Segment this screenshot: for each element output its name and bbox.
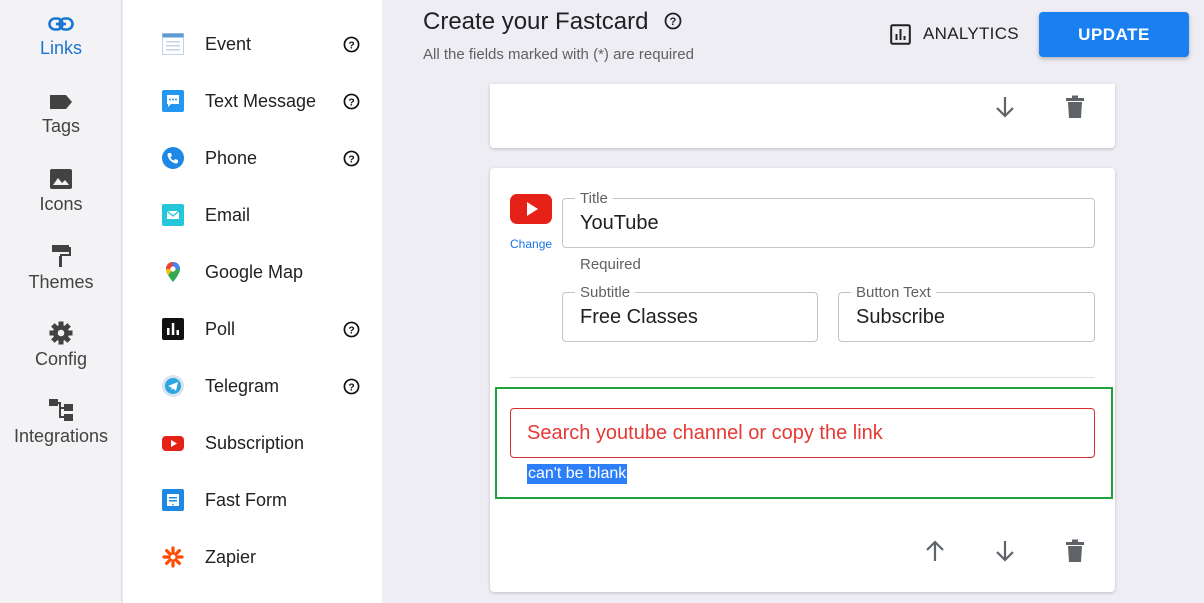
palette-item-event[interactable]: Event ? <box>123 24 382 64</box>
svg-text:?: ? <box>348 154 354 165</box>
page-title: Create your Fastcard <box>423 8 649 35</box>
palette-item-label: Fast Form <box>205 490 288 510</box>
link-card-previous <box>490 84 1115 148</box>
zapier-icon <box>162 546 184 568</box>
palette-item-fast-form[interactable]: Fast Form <box>123 480 382 520</box>
palette-item-label: Poll <box>205 319 236 339</box>
link-icon <box>48 17 74 31</box>
delete-button[interactable] <box>1060 536 1090 566</box>
channel-search-placeholder: Search youtube channel or copy the link <box>527 422 883 444</box>
palette-item-google-map[interactable]: Google Map <box>123 252 382 292</box>
palette-item-label: Email <box>205 205 251 225</box>
rail-label: Themes <box>28 272 94 292</box>
divider <box>510 377 1095 378</box>
error-message: can't be blank <box>527 464 628 484</box>
rail-label: Links <box>39 38 83 58</box>
poll-icon <box>162 318 184 340</box>
palette-item-label: Telegram <box>205 376 280 396</box>
link-card-youtube: Change Title YouTube Required Subtitle F… <box>490 168 1115 592</box>
svg-text:?: ? <box>348 97 354 108</box>
phone-icon <box>162 147 184 169</box>
rail-label: Integrations <box>13 426 109 446</box>
palette-item-label: Google Map <box>205 262 304 282</box>
rail-label: Config <box>34 349 88 369</box>
svg-text:?: ? <box>348 382 354 393</box>
palette-item-label: Zapier <box>205 547 257 567</box>
rail-item-tags[interactable]: Tags <box>0 92 122 137</box>
help-icon[interactable]: ? <box>343 321 360 338</box>
palette-item-text-message[interactable]: Text Message ? <box>123 81 382 121</box>
rail-label: Icons <box>39 194 83 214</box>
help-icon[interactable]: ? <box>343 150 360 167</box>
move-down-button[interactable] <box>990 92 1020 122</box>
email-icon <box>162 204 184 226</box>
subtitle-field-label: Subtitle <box>575 284 636 301</box>
palette-item-email[interactable]: Email <box>123 195 382 235</box>
rail-label: Tags <box>41 116 81 136</box>
button-text-field-label: Button Text <box>851 284 936 301</box>
rail-item-icons[interactable]: Icons <box>0 168 122 215</box>
move-up-button[interactable] <box>920 536 950 566</box>
button-text-field[interactable]: Button Text Subscribe <box>838 284 1095 342</box>
palette-item-phone[interactable]: Phone ? <box>123 138 382 178</box>
palette-item-label: Phone <box>205 148 258 168</box>
help-icon[interactable]: ? <box>343 378 360 395</box>
trash-icon <box>1066 95 1084 118</box>
help-icon[interactable]: ? <box>664 12 682 30</box>
change-icon-link[interactable]: Change <box>510 237 552 251</box>
youtube-icon <box>162 436 184 451</box>
arrow-down-icon <box>996 97 1014 118</box>
map-pin-icon <box>166 262 180 282</box>
subtitle-field-value: Free Classes <box>580 306 698 328</box>
svg-text:?: ? <box>348 40 354 51</box>
arrow-down-icon <box>996 541 1014 562</box>
help-icon[interactable]: ? <box>343 36 360 53</box>
channel-search-input[interactable]: Search youtube channel or copy the link <box>510 408 1095 458</box>
telegram-icon <box>162 375 184 397</box>
integrations-icon <box>49 399 73 421</box>
rail-item-links[interactable]: Links <box>0 14 122 59</box>
title-field-label: Title <box>575 190 613 207</box>
palette-item-label: Text Message <box>205 91 317 111</box>
image-icon <box>50 169 72 189</box>
palette-item-poll[interactable]: Poll ? <box>123 309 382 349</box>
tag-icon <box>50 95 72 109</box>
move-down-button[interactable] <box>990 536 1020 566</box>
page-subtitle: All the fields marked with (*) are requi… <box>423 46 694 63</box>
palette-item-telegram[interactable]: Telegram ? <box>123 366 382 406</box>
delete-button[interactable] <box>1060 92 1090 122</box>
palette-item-label: Event <box>205 34 252 54</box>
link-type-palette: Event ? Text Message ? Phone ? Email Goo… <box>123 0 382 603</box>
rail-item-themes[interactable]: Themes <box>0 244 122 293</box>
arrow-up-icon <box>926 540 944 561</box>
rail-item-integrations[interactable]: Integrations <box>0 398 122 447</box>
palette-item-zapier[interactable]: Zapier <box>123 537 382 577</box>
required-hint: Required <box>580 256 641 273</box>
analytics-button[interactable]: ANALYTICS <box>890 22 1019 46</box>
svg-text:?: ? <box>670 16 677 28</box>
nav-rail: Links Tags Icons Themes Config Integrati… <box>0 0 122 603</box>
update-button[interactable]: UPDATE <box>1039 12 1189 57</box>
form-icon <box>162 489 184 511</box>
button-text-field-value: Subscribe <box>856 306 945 328</box>
analytics-icon <box>890 23 911 45</box>
title-field[interactable]: Title YouTube <box>562 190 1095 248</box>
youtube-icon[interactable] <box>510 194 552 224</box>
rail-item-config[interactable]: Config <box>0 321 122 370</box>
analytics-label: ANALYTICS <box>923 24 1019 43</box>
help-icon[interactable]: ? <box>343 93 360 110</box>
gear-icon <box>49 321 73 345</box>
trash-icon <box>1066 539 1084 562</box>
calendar-icon <box>162 33 184 55</box>
subtitle-field[interactable]: Subtitle Free Classes <box>562 284 818 342</box>
paint-roller-icon <box>52 245 71 267</box>
palette-item-subscription[interactable]: Subscription <box>123 423 382 463</box>
chat-bubble-icon <box>162 90 184 112</box>
palette-item-label: Subscription <box>205 433 305 453</box>
svg-text:?: ? <box>348 325 354 336</box>
title-field-value: YouTube <box>580 212 659 234</box>
